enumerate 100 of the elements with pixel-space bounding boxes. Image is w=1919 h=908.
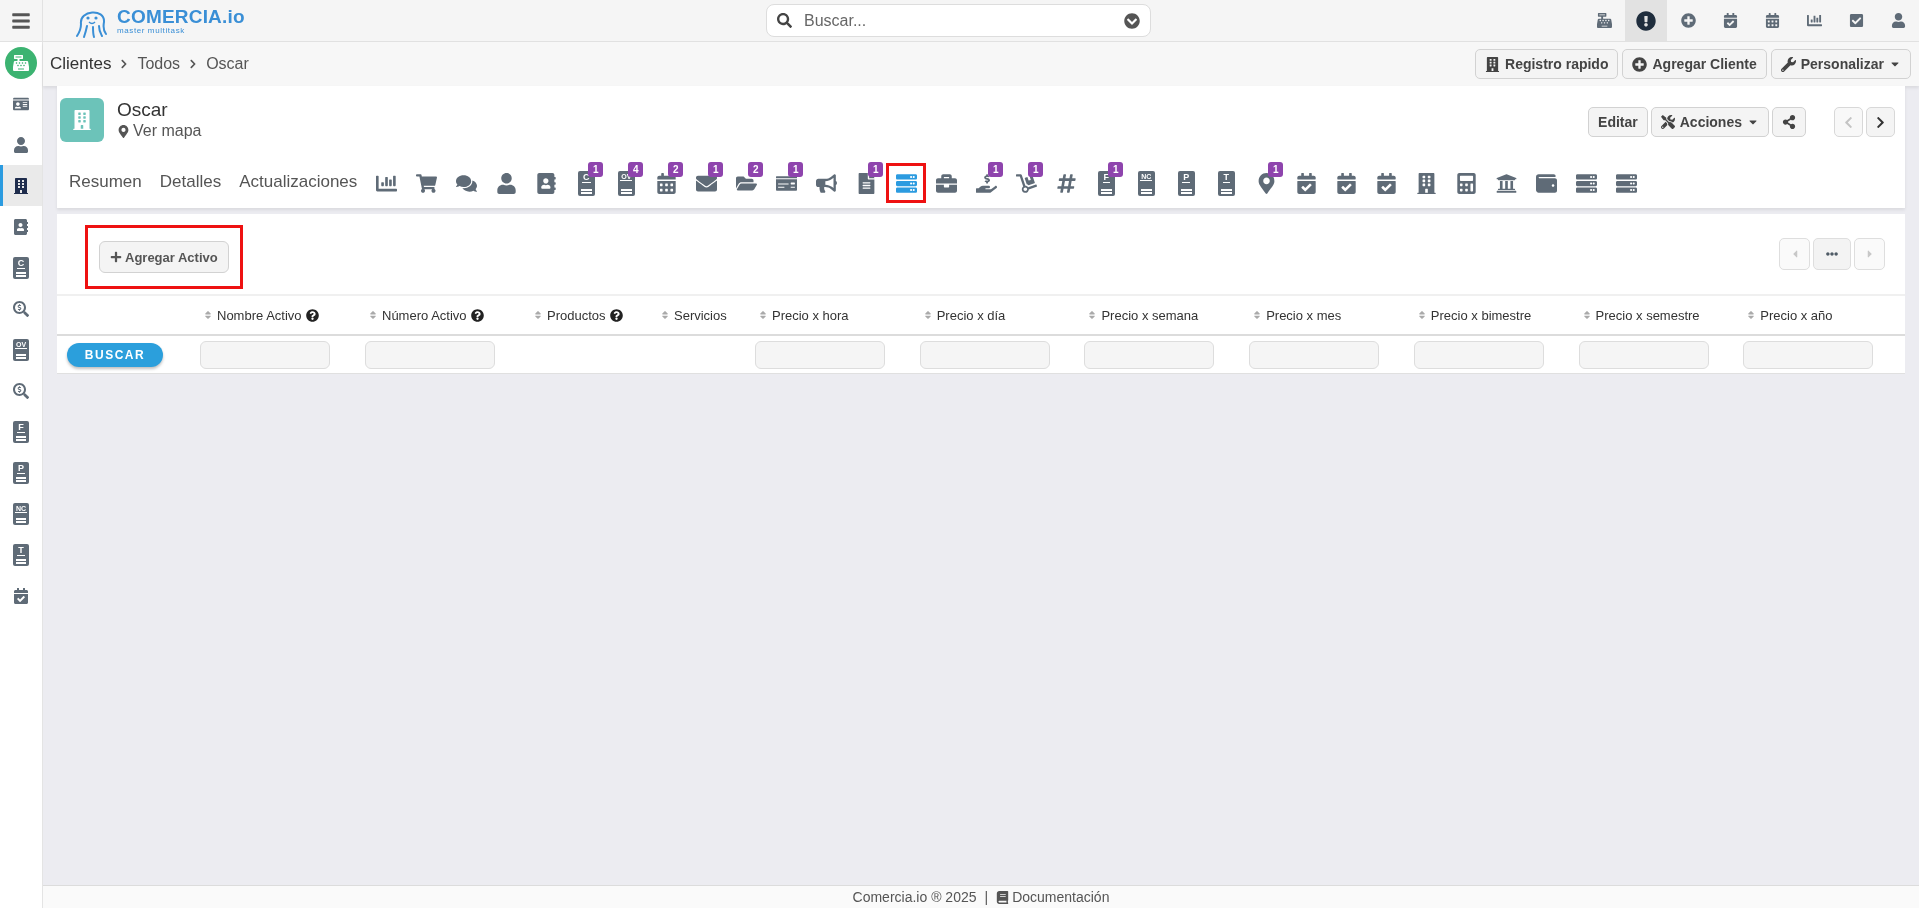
search-bar[interactable]: Buscar... xyxy=(766,4,1151,37)
help-icon[interactable] xyxy=(609,308,623,322)
help-icon[interactable] xyxy=(305,308,319,322)
contact-book-icon xyxy=(13,218,29,235)
breadcrumb-link[interactable]: Todos xyxy=(137,55,181,73)
bar-chart-icon xyxy=(1806,13,1822,28)
chevron-left-icon xyxy=(1842,115,1855,129)
record-name: Oscar xyxy=(117,99,169,121)
calendar-check-icon xyxy=(1722,13,1738,28)
count-badge: 1 xyxy=(988,162,1004,177)
megaphone-icon xyxy=(815,172,837,194)
icon-tab[interactable]: 2 xyxy=(726,163,767,203)
cash-register-icon xyxy=(1596,13,1612,28)
toolbar-button[interactable] xyxy=(1625,0,1667,42)
action-button[interactable]: Agregar Cliente xyxy=(1622,49,1767,79)
search-input[interactable]: Buscar... xyxy=(802,10,1114,31)
copyright-text: Comercia.io ® 2025 xyxy=(852,889,977,905)
breadcrumb-link[interactable]: Oscar xyxy=(206,55,249,73)
id-card-icon xyxy=(13,95,29,112)
filter-field[interactable] xyxy=(1578,340,1709,369)
column-header[interactable]: Precio x año xyxy=(1760,307,1833,323)
sidebar-item[interactable]: F xyxy=(0,411,42,452)
calendar-check-icon xyxy=(1335,172,1357,194)
cabinet-icon xyxy=(1575,172,1597,194)
column-header[interactable]: Precio x semana xyxy=(1101,307,1199,323)
help-icon[interactable] xyxy=(470,308,484,322)
home-button[interactable] xyxy=(5,47,37,79)
icon-tab[interactable] xyxy=(886,163,927,203)
map-pin-icon xyxy=(117,124,130,138)
sidebar-item[interactable]: P xyxy=(0,452,42,493)
tab[interactable]: Actualizaciones xyxy=(230,163,367,203)
dropdown-icon xyxy=(1124,12,1140,29)
filter-field[interactable] xyxy=(365,340,495,369)
column-header[interactable]: Nombre Activo xyxy=(217,307,302,323)
sidebar-item[interactable] xyxy=(0,165,42,206)
column-header[interactable]: Precio x semestre xyxy=(1595,307,1700,323)
search-icon xyxy=(777,13,792,28)
cabinet-icon xyxy=(1615,172,1637,194)
icon-tab[interactable]: 1 xyxy=(966,163,1007,203)
column-header[interactable]: Precio x mes xyxy=(1266,307,1342,323)
checkbox-icon xyxy=(1848,13,1864,28)
hash-icon xyxy=(1055,172,1077,194)
share-icon xyxy=(1782,115,1796,129)
icon-tab[interactable]: 1 xyxy=(686,163,727,203)
calendar-check-icon xyxy=(1295,172,1317,194)
icon-letter: F xyxy=(17,422,25,433)
icon-tab[interactable]: 2 xyxy=(646,163,687,203)
action-button[interactable]: Personalizar xyxy=(1770,49,1911,79)
edit-button[interactable]: Editar xyxy=(1588,107,1648,137)
icon-letter: C xyxy=(16,258,26,269)
icon-tab[interactable]: 1 xyxy=(1006,163,1047,203)
calendar-icon xyxy=(1764,13,1780,28)
action-button[interactable]: Registro rapido xyxy=(1475,49,1619,79)
building-icon xyxy=(1485,56,1500,72)
person-icon xyxy=(13,136,29,153)
column-header[interactable]: Productos xyxy=(547,307,606,323)
book-icon xyxy=(996,890,1010,904)
sidebar-item[interactable]: T xyxy=(0,534,42,575)
map-link[interactable]: Ver mapa xyxy=(117,122,202,140)
icon-tab[interactable]: P xyxy=(1166,163,1207,203)
menu-icon xyxy=(11,10,31,31)
filter-field[interactable] xyxy=(755,340,885,369)
calendar-check-icon xyxy=(13,587,29,604)
column-header[interactable]: Precio x día xyxy=(936,307,1006,323)
search-dollar-icon xyxy=(13,382,29,399)
icon-tab[interactable]: 1 xyxy=(766,163,807,203)
sidebar-item[interactable]: C xyxy=(0,247,42,288)
icon-tab[interactable]: 1 xyxy=(846,163,887,203)
icon-tab[interactable]: T xyxy=(1206,163,1247,203)
column-header[interactable]: Servicios xyxy=(674,307,727,323)
filter-field[interactable] xyxy=(1413,340,1544,369)
icon-tab[interactable]: F 1 xyxy=(1086,163,1127,203)
actions-button[interactable]: Acciones xyxy=(1650,107,1769,137)
plus-icon xyxy=(1632,56,1648,72)
filter-field[interactable] xyxy=(1249,340,1380,369)
wallet-icon xyxy=(1535,172,1557,194)
documentation-link[interactable]: Documentación xyxy=(996,889,1110,905)
building-icon xyxy=(1415,172,1437,194)
wrench-icon xyxy=(1780,56,1796,72)
share-button[interactable] xyxy=(1772,107,1806,137)
tab[interactable]: Detalles xyxy=(150,163,231,203)
filter-field[interactable] xyxy=(1084,340,1215,369)
next-button[interactable] xyxy=(1866,107,1895,137)
icon-tab[interactable]: C 1 xyxy=(566,163,607,203)
column-header[interactable]: Precio x hora xyxy=(772,307,849,323)
column-header[interactable]: Precio x bimestre xyxy=(1430,307,1532,323)
icon-tab[interactable]: 1 xyxy=(1246,163,1287,203)
filter-field[interactable] xyxy=(200,340,330,369)
filter-field[interactable] xyxy=(919,340,1050,369)
cash-register-icon xyxy=(13,55,29,71)
column-header[interactable]: Número Activo xyxy=(382,307,467,323)
logo-name: COMERCIA.io xyxy=(117,6,245,26)
logo-tagline: master multitask xyxy=(117,26,186,35)
breadcrumb-link[interactable]: Clientes xyxy=(50,54,112,74)
alert-icon xyxy=(1636,10,1656,31)
filter-field[interactable] xyxy=(1743,340,1874,369)
hand-truck-icon xyxy=(1015,172,1037,194)
chevron-right-icon xyxy=(1874,115,1887,129)
tab[interactable]: Resumen xyxy=(60,163,151,203)
add-asset-button[interactable]: Agregar Activo xyxy=(99,241,229,273)
